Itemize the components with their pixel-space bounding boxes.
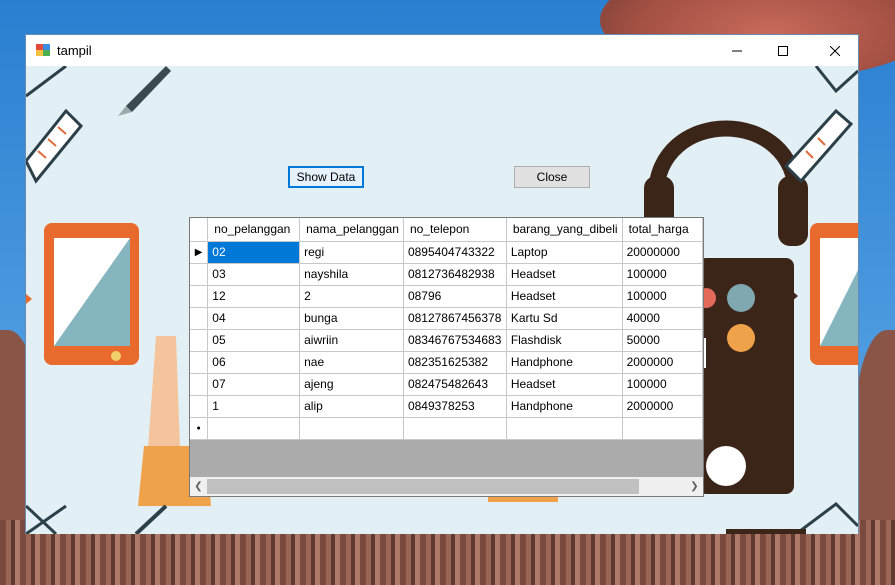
table-cell[interactable]: 2000000 (622, 351, 703, 374)
table-cell[interactable]: 2000000 (622, 395, 703, 418)
table-row[interactable]: 06 nae 082351625382 Handphone 2000000 (190, 351, 703, 374)
minimize-icon (732, 50, 742, 51)
table-cell[interactable]: 0812736482938 (403, 263, 507, 286)
scrollbar-thumb[interactable] (207, 479, 639, 494)
row-header[interactable] (190, 373, 209, 396)
grid-header-row: no_pelanggan nama_pelanggan no_telepon b… (190, 218, 703, 242)
column-header[interactable]: no_pelanggan (207, 218, 301, 242)
table-row[interactable]: 07 ajeng 082475482643 Headset 100000 (190, 373, 703, 396)
table-cell[interactable] (403, 417, 507, 440)
table-cell[interactable]: nae (299, 351, 404, 374)
column-header[interactable]: total_harga (622, 218, 703, 242)
show-data-button[interactable]: Show Data (288, 166, 364, 188)
table-row[interactable]: 12 2 08796 Headset 100000 (190, 285, 703, 308)
table-cell[interactable]: 20000000 (622, 241, 703, 264)
window-title: tampil (57, 43, 92, 58)
table-cell[interactable]: 40000 (622, 307, 703, 330)
table-cell[interactable]: 082351625382 (403, 351, 507, 374)
close-button[interactable]: Close (514, 166, 590, 188)
close-icon (830, 45, 840, 56)
table-cell[interactable]: aiwriin (299, 329, 404, 352)
row-header[interactable]: ▶ (190, 241, 209, 264)
table-cell[interactable]: 100000 (622, 373, 703, 396)
table-cell[interactable]: nayshila (299, 263, 404, 286)
table-cell[interactable] (299, 417, 404, 440)
table-cell[interactable]: 50000 (622, 329, 703, 352)
close-window-button[interactable] (812, 35, 858, 66)
table-cell[interactable]: 08127867456378 (403, 307, 507, 330)
table-cell[interactable]: bunga (299, 307, 404, 330)
minimize-button[interactable] (714, 35, 760, 66)
table-cell[interactable] (506, 417, 623, 440)
row-header[interactable] (190, 285, 209, 308)
table-cell[interactable]: ajeng (299, 373, 404, 396)
table-cell[interactable]: 04 (207, 307, 301, 330)
table-cell[interactable]: 03 (207, 263, 301, 286)
table-row[interactable]: 04 bunga 08127867456378 Kartu Sd 40000 (190, 307, 703, 330)
table-cell[interactable]: 2 (299, 285, 404, 308)
table-cell[interactable]: Headset (506, 285, 623, 308)
row-header[interactable] (190, 351, 209, 374)
table-cell[interactable]: 02 (207, 241, 301, 264)
table-cell[interactable]: Handphone (506, 351, 623, 374)
table-row[interactable]: 05 aiwriin 083467675346​83 Flashdisk 50000 (190, 329, 703, 352)
title-bar[interactable]: tampil (26, 35, 858, 66)
table-cell[interactable]: 0895404743322 (403, 241, 507, 264)
table-row[interactable]: ▶ 02 regi 0895404743322 Laptop 20000000 (190, 241, 703, 264)
column-header[interactable]: no_telepon (403, 218, 507, 242)
row-header[interactable] (190, 395, 209, 418)
table-cell[interactable]: Flashdisk (506, 329, 623, 352)
table-cell[interactable]: Headset (506, 373, 623, 396)
table-cell[interactable]: 08796 (403, 285, 507, 308)
app-window: tampil Show Data Close no_pelanggan nama… (25, 34, 859, 534)
grid-corner-header[interactable] (190, 218, 209, 242)
app-icon (36, 44, 50, 56)
table-cell[interactable]: 083467675346​83 (403, 329, 507, 352)
new-row[interactable]: ● (190, 417, 703, 440)
horizontal-scrollbar[interactable]: ❮ ❯ (190, 477, 703, 496)
table-row[interactable]: 1 alip 0849378253 Handphone 2000000 (190, 395, 703, 418)
column-header[interactable]: barang_yang_dibeli (506, 218, 623, 242)
table-cell[interactable]: 12 (207, 285, 301, 308)
table-cell[interactable] (622, 417, 703, 440)
table-cell[interactable]: Handphone (506, 395, 623, 418)
table-cell[interactable]: Laptop (506, 241, 623, 264)
new-row-header[interactable]: ● (190, 417, 209, 440)
table-cell[interactable]: 1 (207, 395, 301, 418)
scroll-right-icon[interactable]: ❯ (686, 480, 703, 493)
table-cell[interactable]: 07 (207, 373, 301, 396)
table-cell[interactable]: Headset (506, 263, 623, 286)
table-cell[interactable]: 100000 (622, 263, 703, 286)
data-grid-table: no_pelanggan nama_pelanggan no_telepon b… (190, 218, 703, 440)
table-cell[interactable]: 0849378253 (403, 395, 507, 418)
scroll-left-icon[interactable]: ❮ (190, 480, 207, 493)
data-grid[interactable]: no_pelanggan nama_pelanggan no_telepon b… (189, 217, 704, 497)
table-cell[interactable]: 05 (207, 329, 301, 352)
table-cell[interactable] (207, 417, 301, 440)
table-cell[interactable]: 100000 (622, 285, 703, 308)
table-row[interactable]: 03 nayshila 0812736482938 Headset 100000 (190, 263, 703, 286)
column-header[interactable]: nama_pelanggan (299, 218, 404, 242)
maximize-icon (778, 45, 788, 56)
maximize-button[interactable] (760, 35, 806, 66)
table-cell[interactable]: 082475482643 (403, 373, 507, 396)
table-cell[interactable]: 06 (207, 351, 301, 374)
table-cell[interactable]: Kartu Sd (506, 307, 623, 330)
form-client-area: Show Data Close no_pelanggan nama_pelang… (26, 66, 858, 534)
row-header[interactable] (190, 329, 209, 352)
table-cell[interactable]: regi (299, 241, 404, 264)
table-cell[interactable]: alip (299, 395, 404, 418)
row-header[interactable] (190, 263, 209, 286)
row-header[interactable] (190, 307, 209, 330)
